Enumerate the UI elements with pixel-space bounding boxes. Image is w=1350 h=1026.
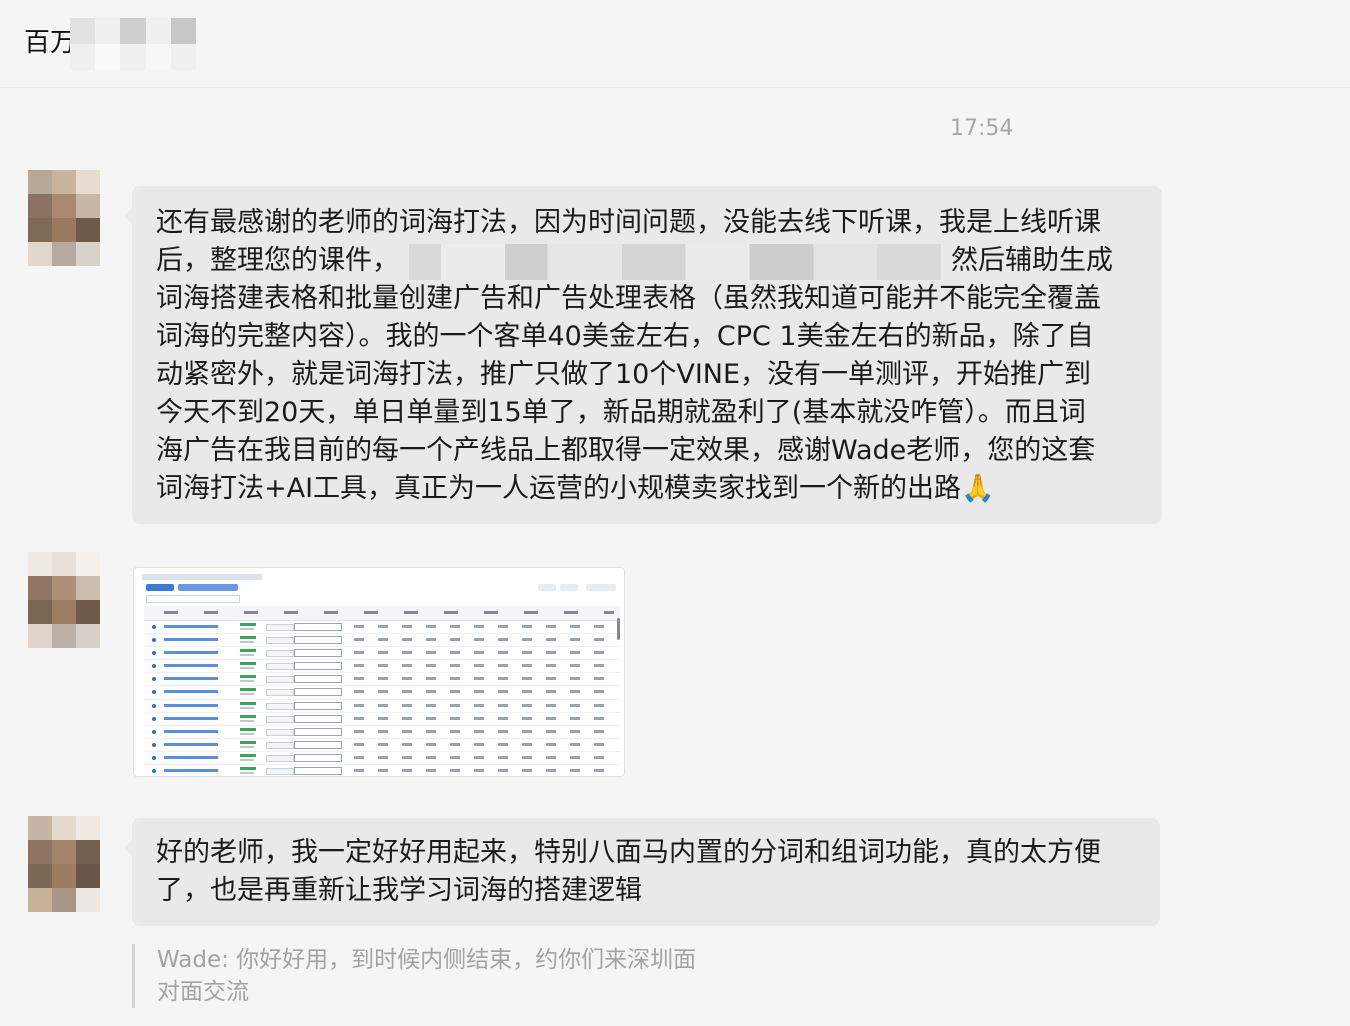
message-line: 后，整理您的课件， 然后辅助生成 <box>156 242 1138 280</box>
image-table-row <box>144 713 620 726</box>
message-line: 了，也是再重新让我学习词海的搭建逻辑 <box>156 875 642 906</box>
message-line: 词海的完整内容）。我的一个客单40美金左右，CPC 1美金左右的新品，除了自 <box>156 321 1094 352</box>
message-line: 词海搭建表格和批量创建广告和广告处理表格（虽然我知道可能并不能完全覆盖 <box>156 283 1101 314</box>
message-line: 词海打法+AI工具，真正为一人运营的小规模卖家找到一个新的出路🙏 <box>156 470 1138 508</box>
redacted-title-mosaic <box>70 18 196 70</box>
image-table-row <box>144 634 620 648</box>
image-table-row <box>144 686 620 700</box>
sender-avatar[interactable] <box>28 816 100 912</box>
image-table-shape <box>144 606 620 776</box>
message-segment: 后，整理您的课件， <box>156 245 399 276</box>
image-table-row <box>144 752 620 766</box>
redacted-text-mosaic <box>409 243 941 280</box>
message-line: 还有最感谢的老师的词海打法，因为时间问题，没能去线下听课，我是上线听课 <box>156 207 1101 238</box>
message-line: 好的老师，我一定好好用起来，特别八面马内置的分词和组词功能，真的太方便 <box>156 837 1101 868</box>
message-segment: 然后辅助生成 <box>951 245 1113 276</box>
image-table-row <box>144 647 620 661</box>
image-table-row <box>144 660 620 674</box>
message-bubble-1[interactable]: 还有最感谢的老师的词海打法，因为时间问题，没能去线下听课，我是上线听课 后，整理… <box>124 186 1162 524</box>
image-toolbar-shape <box>142 574 262 580</box>
message-line: 今天不到20天，单日单量到15单了，新品期就盈利了(基本就没咋管）。而且词 <box>156 397 1086 428</box>
image-table-row <box>144 621 620 635</box>
quote-line: Wade: 你好好用，到时候内侧结束，约你们来深圳面 <box>157 947 697 973</box>
message-segment: 词海打法+AI工具，真正为一人运营的小规模卖家找到一个新的出路 <box>156 473 962 504</box>
image-attachment[interactable] <box>133 567 625 777</box>
image-scrollbar-shape <box>617 618 620 640</box>
image-table-row <box>144 726 620 739</box>
message-line: 动紧密外，就是词海打法，推广只做了10个VINE，没有一单测评，开始推广到 <box>156 359 1092 390</box>
image-button-shape <box>586 584 616 591</box>
image-table-row <box>144 765 620 776</box>
chat-header: 百万 <box>0 0 1350 88</box>
chat-title: 百万 <box>24 28 77 58</box>
folded-hands-emoji: 🙏 <box>961 473 995 504</box>
image-search-shape <box>146 595 240 603</box>
quoted-reply[interactable]: Wade: 你好好用，到时候内侧结束，约你们来深圳面 对面交流 <box>132 944 832 1008</box>
sender-avatar[interactable] <box>28 552 100 648</box>
message-line: 海广告在我目前的每一个产线品上都取得一定效果，感谢Wade老师，您的这套 <box>156 435 1096 466</box>
sender-avatar[interactable] <box>28 170 100 266</box>
message-timestamp: 17:54 <box>950 116 1014 141</box>
image-button-shape <box>178 584 238 591</box>
image-table-row <box>144 739 620 752</box>
image-button-shape <box>146 584 174 591</box>
image-table-header <box>144 606 620 621</box>
quote-line: 对面交流 <box>157 979 249 1005</box>
image-button-shape <box>538 584 556 591</box>
image-button-shape <box>560 584 578 591</box>
image-table-row <box>144 700 620 713</box>
image-table-row <box>144 673 620 687</box>
message-bubble-3[interactable]: 好的老师，我一定好好用起来，特别八面马内置的分词和组词功能，真的太方便 了，也是… <box>124 818 1160 926</box>
